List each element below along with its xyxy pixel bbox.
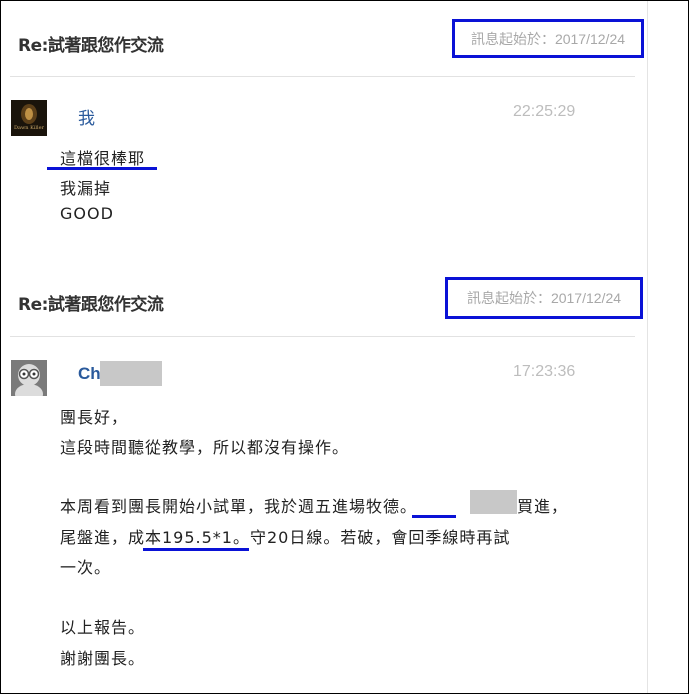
author-name[interactable]: 我 <box>78 104 95 129</box>
message-title[interactable]: Re:試著跟您作交流 <box>18 290 164 315</box>
separator <box>10 336 635 337</box>
avatar[interactable] <box>11 360 47 396</box>
title-text: 試著跟您作交流 <box>47 36 164 56</box>
title-prefix: Re: <box>18 36 48 56</box>
redacted-block <box>470 490 517 514</box>
message-time: 17:23:36 <box>513 363 576 380</box>
avatar-image: Dawn Killer <box>11 100 47 136</box>
message-time: 22:25:29 <box>513 103 576 120</box>
message-line: 這檔很棒耶 <box>60 149 146 168</box>
redacted-block <box>100 361 162 386</box>
message-line: 團長好， <box>60 408 129 427</box>
avatar-image <box>11 360 47 396</box>
message-line: 這段時間聽從教學，所以都沒有操作。 <box>60 438 350 457</box>
message-line: 以上報告。 <box>60 618 146 637</box>
window-frame <box>0 0 689 694</box>
author-name[interactable]: Ch <box>78 364 101 384</box>
message-start-date: 訊息起始於：2017/12/24 <box>445 277 643 319</box>
message-line: 謝謝團長。 <box>60 649 146 668</box>
message-title[interactable]: Re:試著跟您作交流 <box>18 31 164 56</box>
message-line: 本周看到團長開始小試單，我於週五進場牧德。 <box>60 497 418 516</box>
title-text: 試著跟您作交流 <box>47 295 164 315</box>
highlight-underline <box>143 548 249 551</box>
message-line: 我漏掉 <box>60 179 112 198</box>
highlight-underline <box>47 167 157 170</box>
avatar-text: Dawn Killer <box>14 125 45 131</box>
message-line: 買進， <box>517 497 569 516</box>
message-line: 尾盤進，成本195.5*1。守20日線。若破，會回季線時再試 <box>60 528 511 547</box>
title-prefix: Re: <box>18 295 48 315</box>
avatar[interactable]: Dawn Killer <box>11 100 47 136</box>
highlight-underline <box>412 515 456 518</box>
separator <box>10 76 635 77</box>
message-line: GOOD <box>60 204 114 223</box>
right-divider <box>647 1 648 693</box>
message-line: 一次。 <box>60 558 112 577</box>
message-start-date: 訊息起始於：2017/12/24 <box>452 19 644 58</box>
